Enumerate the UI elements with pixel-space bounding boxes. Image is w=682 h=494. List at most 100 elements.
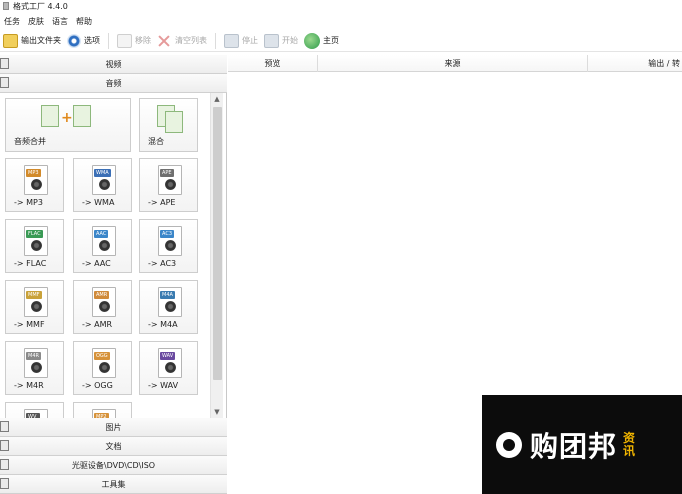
audio-file-icon: APE	[158, 165, 182, 195]
home-button[interactable]: 主页	[301, 31, 342, 51]
category-video-label: 视频	[105, 59, 122, 69]
audio-tile-label: -> OGG	[82, 381, 113, 390]
category-audio[interactable]: 音频	[0, 74, 227, 93]
clear-icon	[157, 34, 172, 48]
menu-skin[interactable]: 皮肤	[24, 16, 48, 27]
format-tag: MMF	[26, 291, 42, 299]
audio-tile-label: 混合	[148, 137, 164, 146]
category-document[interactable]: 文档	[0, 437, 227, 456]
column-output[interactable]: 输出 / 转	[588, 55, 682, 72]
format-glyph-icon	[165, 240, 176, 251]
audio-tile-label: -> APE	[148, 198, 176, 207]
audio-file-icon: M4A	[158, 287, 182, 317]
category-tools-label: 工具集	[101, 479, 126, 489]
globe-icon	[304, 32, 320, 49]
tools-icon	[0, 478, 9, 489]
audio-tile-label: -> WMA	[82, 198, 115, 207]
menu-help[interactable]: 帮助	[72, 16, 96, 27]
audio-tile[interactable]: AMR -> AMR	[73, 280, 132, 334]
category-picture-label: 图片	[105, 422, 122, 432]
audio-tile[interactable]: WAV -> WAV	[139, 341, 198, 395]
format-glyph-icon	[165, 179, 176, 190]
category-picture[interactable]: 图片	[0, 418, 227, 437]
app-icon	[3, 2, 9, 10]
category-optical[interactable]: 光驱设备\DVD\CD\ISO	[0, 456, 227, 475]
audio-tiles-area: + 音频合并 混合 MP3 -> MP3 WMA -> WMA APE -> APE FLAC ->…	[0, 93, 227, 418]
format-glyph-icon	[165, 362, 176, 373]
audio-tile[interactable]: AC3 -> AC3	[139, 219, 198, 273]
category-video[interactable]: 视频	[0, 55, 227, 74]
format-glyph-icon	[99, 362, 110, 373]
audio-tile[interactable]: M4A -> M4A	[139, 280, 198, 334]
video-icon	[0, 58, 9, 69]
toolbar-divider	[108, 32, 109, 49]
toolbar: 输出文件夹 选项 移除 清空列表 停止 开始 主页	[0, 30, 682, 52]
format-glyph-icon	[99, 301, 110, 312]
category-document-label: 文档	[105, 441, 122, 451]
format-tag: WMA	[94, 169, 111, 177]
folder-icon	[3, 33, 18, 48]
remove-button[interactable]: 移除	[114, 31, 154, 51]
audio-tile[interactable]: MMF -> MMF	[5, 280, 64, 334]
category-audio-label: 音频	[105, 78, 122, 88]
format-glyph-icon	[31, 362, 42, 373]
output-folder-button[interactable]: 输出文件夹	[0, 31, 64, 51]
menu-bar: 任务 皮肤 语言 帮助	[0, 14, 96, 28]
column-preview[interactable]: 预览	[228, 55, 318, 72]
format-tag: FLAC	[26, 230, 43, 238]
watermark-sub-1: 资	[623, 430, 636, 445]
audio-tile-label: -> AMR	[82, 320, 113, 329]
audio-tile-label: -> FLAC	[14, 259, 47, 268]
audio-file-icon: MMF	[24, 287, 48, 317]
audio-icon	[0, 77, 9, 88]
audio-tile[interactable]: AAC -> AAC	[73, 219, 132, 273]
audio-mix-icon	[157, 105, 183, 135]
menu-task[interactable]: 任务	[0, 16, 24, 27]
scroll-down-icon[interactable]: ▼	[211, 406, 223, 418]
format-tag: WAV	[160, 352, 176, 360]
category-tools[interactable]: 工具集	[0, 475, 227, 494]
options-button[interactable]: 选项	[64, 31, 103, 51]
audio-tile-label: -> M4A	[148, 320, 178, 329]
clear-list-button[interactable]: 清空列表	[154, 31, 210, 51]
title-bar: 格式工厂 4.4.0	[0, 0, 682, 12]
start-icon	[264, 33, 279, 48]
watermark-sub: 资 讯	[623, 430, 636, 458]
format-glyph-icon	[165, 301, 176, 312]
options-label: 选项	[84, 36, 100, 45]
audio-tile[interactable]: APE -> APE	[139, 158, 198, 212]
scrollbar-thumb[interactable]	[213, 107, 222, 380]
audio-tile[interactable]: 混合	[139, 98, 198, 152]
options-icon	[67, 33, 81, 48]
audio-tile-label: -> MMF	[14, 320, 45, 329]
audio-tile-label: -> M4R	[14, 381, 44, 390]
audio-tile-label: -> AC3	[148, 259, 177, 268]
audio-file-icon: WAV	[158, 348, 182, 378]
audio-tile[interactable]: FLAC -> FLAC	[5, 219, 64, 273]
menu-language[interactable]: 语言	[48, 16, 72, 27]
scrollbar[interactable]: ▲ ▼	[210, 93, 223, 418]
task-list-header: 预览 来源 输出 / 转	[228, 55, 682, 72]
format-tag: M4R	[26, 352, 41, 360]
scroll-up-icon[interactable]: ▲	[211, 93, 223, 105]
audio-tile[interactable]: M4R -> M4R	[5, 341, 64, 395]
format-tag: APE	[160, 169, 174, 177]
audio-file-icon: OGG	[92, 348, 116, 378]
column-source[interactable]: 来源	[318, 55, 588, 72]
audio-tile[interactable]: MP2	[73, 402, 132, 418]
audio-tile-label: 音频合并	[14, 137, 46, 146]
stop-label: 停止	[242, 36, 258, 45]
clear-list-label: 清空列表	[175, 36, 207, 45]
start-button[interactable]: 开始	[261, 31, 301, 51]
format-glyph-icon	[31, 179, 42, 190]
audio-tile[interactable]: WMA -> WMA	[73, 158, 132, 212]
audio-tile[interactable]: WV	[5, 402, 64, 418]
format-glyph-icon	[99, 240, 110, 251]
stop-button[interactable]: 停止	[221, 31, 261, 51]
audio-tile-label: -> MP3	[14, 198, 43, 207]
format-tag: MP3	[26, 169, 41, 177]
format-tag: M4A	[160, 291, 175, 299]
audio-tile[interactable]: MP3 -> MP3	[5, 158, 64, 212]
audio-tile[interactable]: OGG -> OGG	[73, 341, 132, 395]
audio-tile[interactable]: + 音频合并	[5, 98, 131, 152]
